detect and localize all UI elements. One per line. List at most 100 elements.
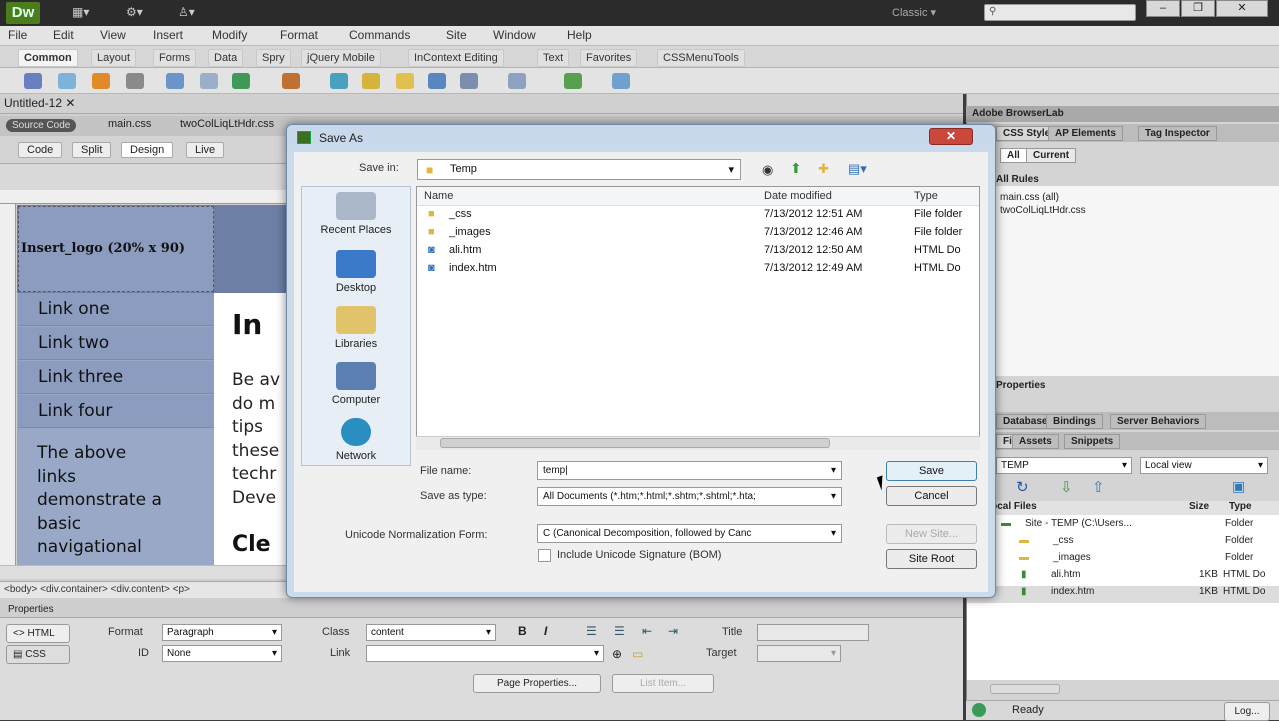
format-select[interactable]: Paragraph ▾ [162, 624, 282, 641]
outdent-icon[interactable]: ⇤ [642, 624, 652, 638]
column-type[interactable]: Type [1229, 501, 1252, 512]
menu-commands[interactable]: Commands [349, 28, 410, 42]
file-name-input[interactable]: temp| ▾ [537, 461, 842, 480]
email-link-icon[interactable] [58, 73, 76, 89]
table-icon[interactable] [166, 73, 184, 89]
table-row[interactable]: ▬ _css Folder [967, 535, 1279, 552]
indent-icon[interactable]: ⇥ [668, 624, 678, 638]
get-files-icon[interactable]: ⇩ [1060, 478, 1073, 496]
put-files-icon[interactable]: ⇧ [1092, 478, 1105, 496]
tab-common[interactable]: Common [18, 49, 78, 67]
images-icon[interactable] [232, 73, 250, 89]
column-name[interactable]: Name [424, 188, 453, 206]
workspace-switcher[interactable]: Classic ▾ [892, 6, 936, 19]
dialog-titlebar[interactable] [287, 125, 995, 151]
date-icon[interactable] [362, 73, 380, 89]
column-type[interactable]: Type [914, 188, 938, 206]
widget-icon[interactable] [330, 73, 348, 89]
design-view-button[interactable]: Design [121, 142, 174, 158]
tab-ap-elements[interactable]: AP Elements [1048, 126, 1123, 141]
refresh-icon[interactable]: ↻ [1016, 478, 1029, 496]
class-select[interactable]: content ▾ [366, 624, 496, 641]
place-network[interactable]: Network [302, 418, 410, 462]
menu-view[interactable]: View [100, 28, 126, 42]
unordered-list-icon[interactable]: ☰ [586, 624, 597, 638]
save-as-type-select[interactable]: All Documents (*.htm;*.html;*.shtm;*.sht… [537, 487, 842, 506]
logo-placeholder[interactable]: Insert_logo (20% x 90) [18, 206, 214, 292]
column-date-modified[interactable]: Date modified [764, 188, 832, 206]
menu-window[interactable]: Window [493, 28, 536, 42]
menu-format[interactable]: Format [280, 28, 318, 42]
horizontal-scrollbar[interactable] [0, 565, 290, 579]
cancel-button[interactable]: Cancel [886, 486, 977, 506]
named-anchor-icon[interactable] [92, 73, 110, 89]
page-properties-button[interactable]: Page Properties... [473, 674, 601, 693]
css-mode-button[interactable]: ▤ CSS [6, 645, 70, 664]
menu-edit[interactable]: Edit [53, 28, 74, 42]
rule-item[interactable]: main.css (all) [1000, 192, 1059, 203]
rule-item[interactable]: twoColLiqLtHdr.css [1000, 205, 1086, 216]
files-scrollbar[interactable] [990, 684, 1060, 694]
point-to-file-icon[interactable]: ⊕ [612, 647, 622, 661]
nav-link-four[interactable]: Link four [18, 395, 214, 428]
table-row[interactable]: ▬ _images Folder [967, 552, 1279, 569]
save-button[interactable]: Save [886, 461, 977, 481]
user-icon[interactable]: ♙▾ [178, 5, 195, 19]
server-side-include-icon[interactable] [396, 73, 414, 89]
browse-folder-icon[interactable]: ▭ [632, 647, 643, 661]
ordered-list-icon[interactable]: ☰ [614, 624, 625, 638]
dialog-close-button[interactable]: ✕ [929, 128, 973, 145]
log-button[interactable]: Log... [1224, 702, 1270, 721]
place-libraries[interactable]: Libraries [302, 306, 410, 350]
tab-bindings[interactable]: Bindings [1046, 414, 1103, 429]
menu-help[interactable]: Help [567, 28, 592, 42]
new-site-button[interactable]: New Site... [886, 524, 977, 544]
tab-server-behaviors[interactable]: Server Behaviors [1110, 414, 1207, 429]
menu-insert[interactable]: Insert [153, 28, 183, 42]
tab-favorites[interactable]: Favorites [580, 49, 638, 67]
all-mode-button[interactable]: All [1000, 148, 1027, 163]
templates-icon[interactable] [564, 73, 582, 89]
save-in-select[interactable]: ■ Temp ▾ [417, 159, 741, 180]
layout-icon[interactable]: ▦▾ [72, 5, 89, 19]
place-computer[interactable]: Computer [302, 362, 410, 406]
minimize-button[interactable]: – [1146, 0, 1180, 17]
tab-cssmenutools[interactable]: CSSMenuTools [657, 49, 745, 67]
browserlab-header[interactable]: Adobe BrowserLab [966, 106, 1279, 122]
html-mode-button[interactable]: <> HTML [6, 624, 70, 643]
view-select[interactable]: Local view ▾ [1140, 457, 1268, 474]
nav-link-one[interactable]: Link one [18, 293, 214, 326]
menu-file[interactable]: File [8, 28, 27, 42]
media-icon[interactable] [282, 73, 300, 89]
script-icon[interactable] [508, 73, 526, 89]
table-row[interactable]: ▮ ali.htm 1KB HTML Do [967, 569, 1279, 586]
up-folder-icon[interactable]: ⬆ [790, 160, 802, 177]
nav-link-two[interactable]: Link two [18, 327, 214, 360]
list-item[interactable]: ◙ ali.htm 7/13/2012 12:50 AM HTML Do [417, 244, 979, 261]
close-tab-icon[interactable]: ✕ [65, 96, 75, 110]
list-item[interactable]: ■ _images 7/13/2012 12:46 AM File folder [417, 226, 979, 243]
view-menu-icon[interactable]: ▤▾ [848, 161, 867, 177]
code-view-button[interactable]: Code [18, 142, 63, 158]
menu-site[interactable]: Site [446, 28, 467, 42]
tab-layout[interactable]: Layout [91, 49, 137, 67]
title-input[interactable] [757, 624, 869, 641]
comment-icon[interactable] [428, 73, 446, 89]
site-select[interactable]: TEMP ▾ [996, 457, 1132, 474]
site-root-button[interactable]: Site Root [886, 549, 977, 569]
scrollbar-thumb[interactable] [440, 438, 830, 448]
tag-chooser-icon[interactable] [612, 73, 630, 89]
tab-data[interactable]: Data [208, 49, 244, 67]
tab-incontext-editing[interactable]: InContext Editing [408, 49, 504, 67]
menu-modify[interactable]: Modify [212, 28, 247, 42]
source-code-button[interactable]: Source Code [6, 119, 77, 132]
related-file-main-css[interactable]: main.css [108, 118, 151, 130]
tab-text[interactable]: Text [537, 49, 570, 67]
bold-button[interactable]: B [518, 624, 527, 638]
back-icon[interactable]: ◉ [762, 162, 773, 178]
expand-panel-icon[interactable]: ▣ [1232, 478, 1245, 495]
split-view-button[interactable]: Split [72, 142, 112, 158]
hyperlink-icon[interactable] [24, 73, 42, 89]
horizontal-rule-icon[interactable] [126, 73, 144, 89]
tab-assets[interactable]: Assets [1012, 434, 1059, 449]
